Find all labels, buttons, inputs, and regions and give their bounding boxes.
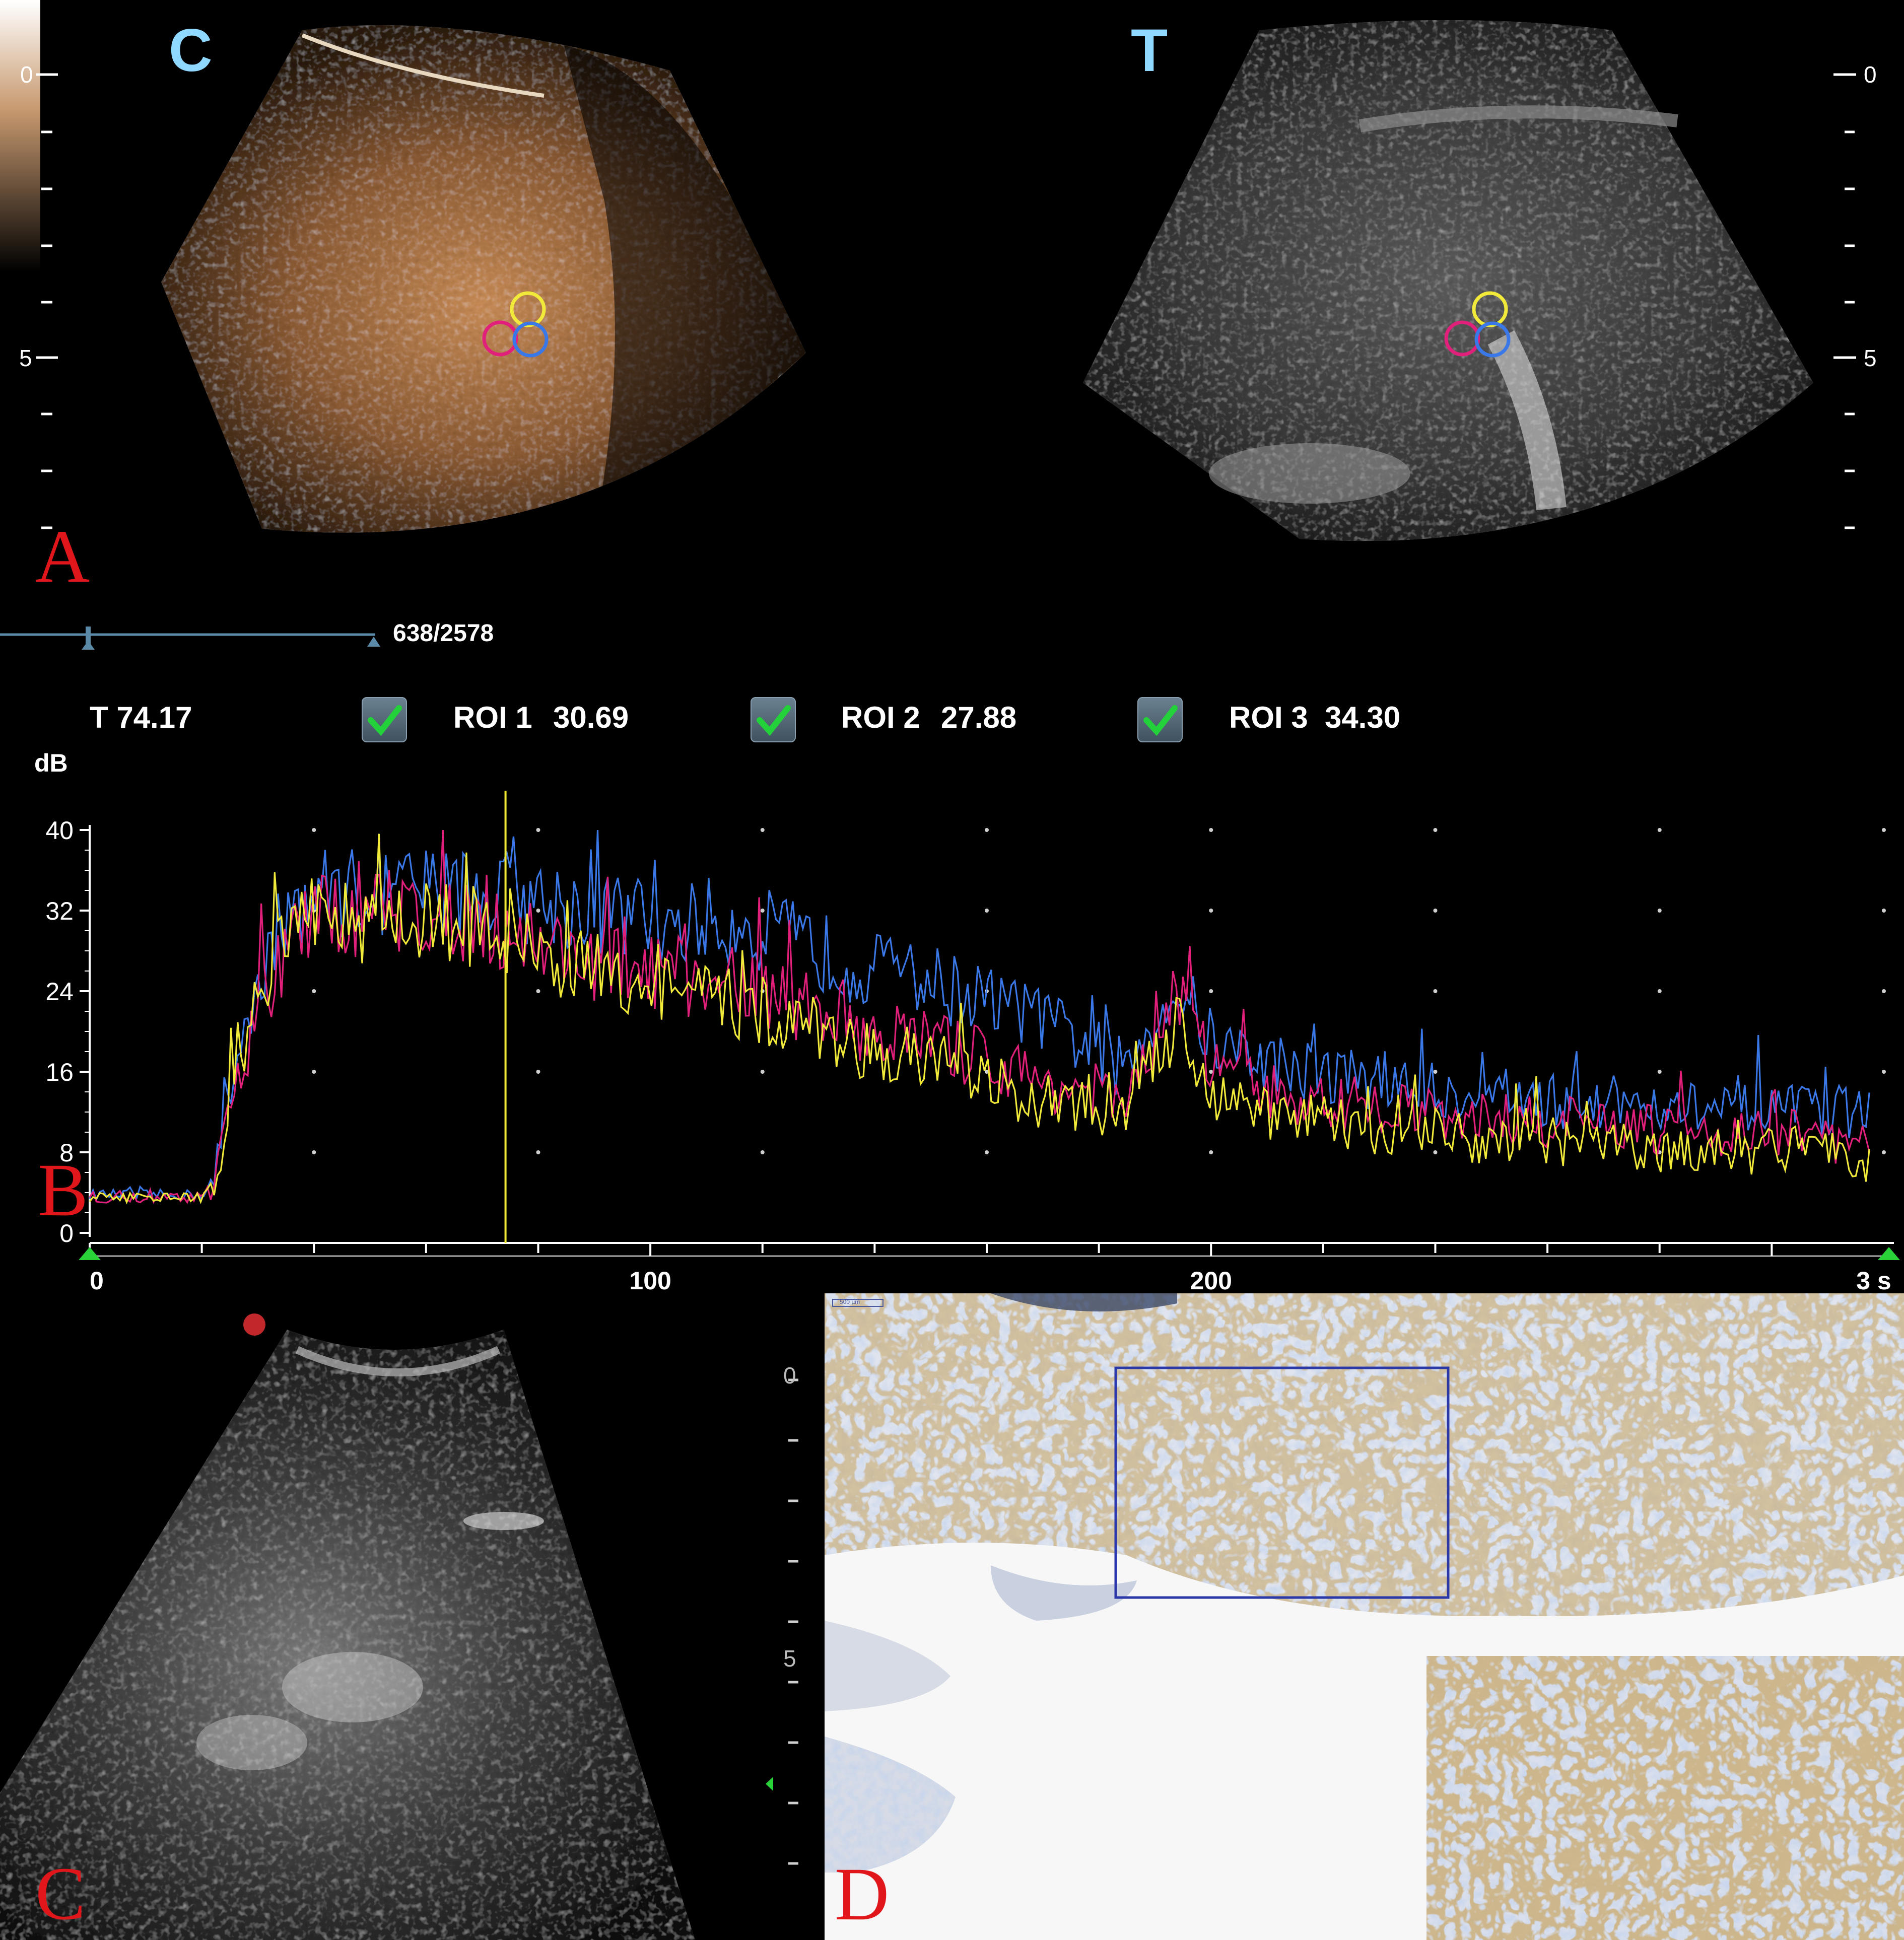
grid-dot bbox=[536, 989, 540, 993]
grid-dot bbox=[1882, 989, 1886, 993]
grid-dot bbox=[1209, 989, 1213, 993]
y-tick-label: 40 bbox=[45, 816, 74, 845]
roi-3-checkbox[interactable] bbox=[1137, 697, 1183, 742]
grid-dot bbox=[1433, 1150, 1438, 1154]
x-tick-label: 100 bbox=[629, 1267, 671, 1295]
grid-dot bbox=[1209, 909, 1213, 913]
tic-series-roi-1 bbox=[89, 829, 1870, 1204]
scale-bar-label: 500 µm bbox=[840, 1298, 860, 1305]
grid-dot bbox=[760, 1070, 765, 1074]
grid-dot bbox=[1657, 989, 1662, 993]
roi-3-value: 34.30 bbox=[1325, 701, 1401, 734]
grid-dot bbox=[760, 828, 765, 832]
grid-dot bbox=[312, 1070, 316, 1074]
roi-2-label: ROI 2 bbox=[841, 701, 920, 734]
y-tick-label: 32 bbox=[45, 897, 74, 925]
focus-marker-icon bbox=[766, 1777, 773, 1791]
y-tick-label: 24 bbox=[45, 978, 74, 1006]
x-tick-label: 0 bbox=[90, 1267, 104, 1295]
grid-dot bbox=[1657, 828, 1662, 832]
ultrasound-pair-svg bbox=[0, 0, 1856, 541]
frame-counter: 638/2578 bbox=[393, 620, 494, 647]
check-icon bbox=[368, 705, 402, 736]
panel-label-c: C bbox=[35, 1852, 86, 1935]
panel-b-chart: dB 0 8 16 24 32 40 0 100 200 3 s B bbox=[0, 740, 1904, 1299]
x-tick-label: 200 bbox=[1190, 1267, 1232, 1295]
grid-dot bbox=[536, 1150, 540, 1154]
depth-left-0: 0 bbox=[20, 61, 33, 88]
roi-2-checkbox[interactable] bbox=[751, 697, 796, 742]
grid-dot bbox=[1882, 1070, 1886, 1074]
grid-dot bbox=[1657, 1070, 1662, 1074]
grayscale-ultrasound-svg bbox=[0, 1313, 798, 1940]
grid-dot bbox=[1433, 909, 1438, 913]
grid-dot bbox=[1657, 909, 1662, 913]
grid-dot bbox=[312, 1150, 316, 1154]
grid-dot bbox=[1882, 828, 1886, 832]
grid-dot bbox=[985, 828, 989, 832]
panel-label-a: A bbox=[35, 515, 90, 598]
grid-dot bbox=[536, 909, 540, 913]
probe-marker-icon bbox=[243, 1313, 265, 1336]
time-intensity-chart: dB 0816243240 0 100 200 3 s bbox=[34, 749, 1900, 1295]
grid-dot bbox=[1433, 1070, 1438, 1074]
grid-dot bbox=[312, 989, 316, 993]
tic-series-roi-2 bbox=[89, 834, 1870, 1205]
range-start-marker-icon[interactable] bbox=[79, 1247, 101, 1260]
liver-image bbox=[0, 1330, 695, 1940]
roi-1-checkbox[interactable] bbox=[362, 697, 407, 742]
contrast-mode-label: C bbox=[169, 17, 213, 84]
panel-a-ultrasound: C T 0 5 0 5 A bbox=[0, 0, 1904, 604]
check-icon bbox=[1143, 705, 1178, 736]
panel-d-histology: 500 µm D bbox=[825, 1293, 1904, 1940]
frame-slider[interactable] bbox=[0, 625, 383, 655]
grid-dot bbox=[536, 828, 540, 832]
depth-right-5: 5 bbox=[1864, 345, 1877, 371]
y-tick-label: 16 bbox=[45, 1058, 74, 1086]
ceus-colorbar bbox=[0, 0, 40, 272]
tic-series-roi-3 bbox=[89, 829, 1870, 1202]
grid-dot bbox=[1209, 1070, 1213, 1074]
bmode-image bbox=[1083, 20, 1813, 541]
panel-label-b: B bbox=[38, 1148, 89, 1232]
histology-svg bbox=[825, 1293, 1904, 1940]
tissue-mode-label: T bbox=[1131, 17, 1168, 84]
roi-1-value: 30.69 bbox=[553, 701, 629, 734]
grid-dot bbox=[536, 1070, 540, 1074]
grid-dot bbox=[312, 828, 316, 832]
check-icon bbox=[757, 705, 791, 736]
grid-dot bbox=[985, 1150, 989, 1154]
y-axis-label: dB bbox=[34, 749, 68, 777]
roi-1-label: ROI 1 bbox=[453, 701, 532, 734]
panel-label-d: D bbox=[835, 1852, 890, 1936]
grid-dot bbox=[1882, 909, 1886, 913]
grid-dot bbox=[760, 909, 765, 913]
x-tick-label: 3 s bbox=[1856, 1267, 1891, 1295]
grid-dot bbox=[760, 1150, 765, 1154]
depth-right-0: 0 bbox=[1864, 61, 1877, 88]
grid-dot bbox=[1209, 1150, 1213, 1154]
panel-c-ultrasound: 0 5 C bbox=[0, 1299, 821, 1940]
grid-dot bbox=[985, 909, 989, 913]
range-end-marker-icon[interactable] bbox=[1878, 1247, 1900, 1260]
time-readout: T 74.17 bbox=[90, 701, 192, 734]
roi-3-label: ROI 3 bbox=[1229, 701, 1308, 734]
grid-dot bbox=[1433, 828, 1438, 832]
depth-left-5: 5 bbox=[19, 345, 32, 371]
depth-c-0: 0 bbox=[783, 1362, 796, 1389]
roi-2-value: 27.88 bbox=[941, 701, 1017, 734]
grid-dot bbox=[1882, 1150, 1886, 1154]
grid-dot bbox=[1433, 989, 1438, 993]
depth-c-5: 5 bbox=[783, 1645, 796, 1672]
grid-dot bbox=[1209, 828, 1213, 832]
